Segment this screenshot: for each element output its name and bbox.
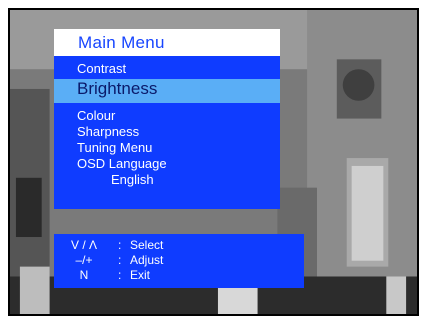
menu-item-osd-language[interactable]: OSD Language: [77, 156, 167, 171]
adjust-action-label: Adjust: [130, 253, 164, 267]
help-separator: :: [118, 268, 122, 282]
menu-item-sharpness[interactable]: Sharpness: [77, 124, 139, 139]
menu-title-bar: Main Menu: [54, 29, 280, 56]
menu-item-colour[interactable]: Colour: [77, 108, 115, 123]
menu-item-tuning-menu[interactable]: Tuning Menu: [77, 140, 152, 155]
help-separator: :: [118, 253, 122, 267]
help-row-select: V / Λ : Select: [54, 238, 304, 253]
menu-item-label: Brightness: [77, 79, 158, 98]
menu-item-brightness[interactable]: Brightness: [54, 79, 280, 103]
help-separator: :: [118, 238, 122, 252]
key-help-panel: V / Λ : Select –/+ : Adjust N : Exit: [54, 234, 304, 288]
tv-screen: Main Menu Contrast Brightness Colour Sha…: [8, 8, 419, 316]
main-menu-panel: Main Menu Contrast Brightness Colour Sha…: [54, 29, 280, 209]
adjust-key-label: –/+: [75, 253, 93, 267]
help-row-adjust: –/+ : Adjust: [54, 253, 304, 268]
osd-language-value: English: [111, 172, 154, 187]
menu-item-contrast[interactable]: Contrast: [77, 61, 126, 76]
exit-action-label: Exit: [130, 268, 151, 282]
select-action-label: Select: [130, 238, 164, 252]
select-key-label: V / Λ: [70, 238, 98, 252]
exit-key-label: N: [79, 268, 89, 282]
menu-title: Main Menu: [78, 33, 165, 52]
help-row-exit: N : Exit: [54, 268, 304, 283]
